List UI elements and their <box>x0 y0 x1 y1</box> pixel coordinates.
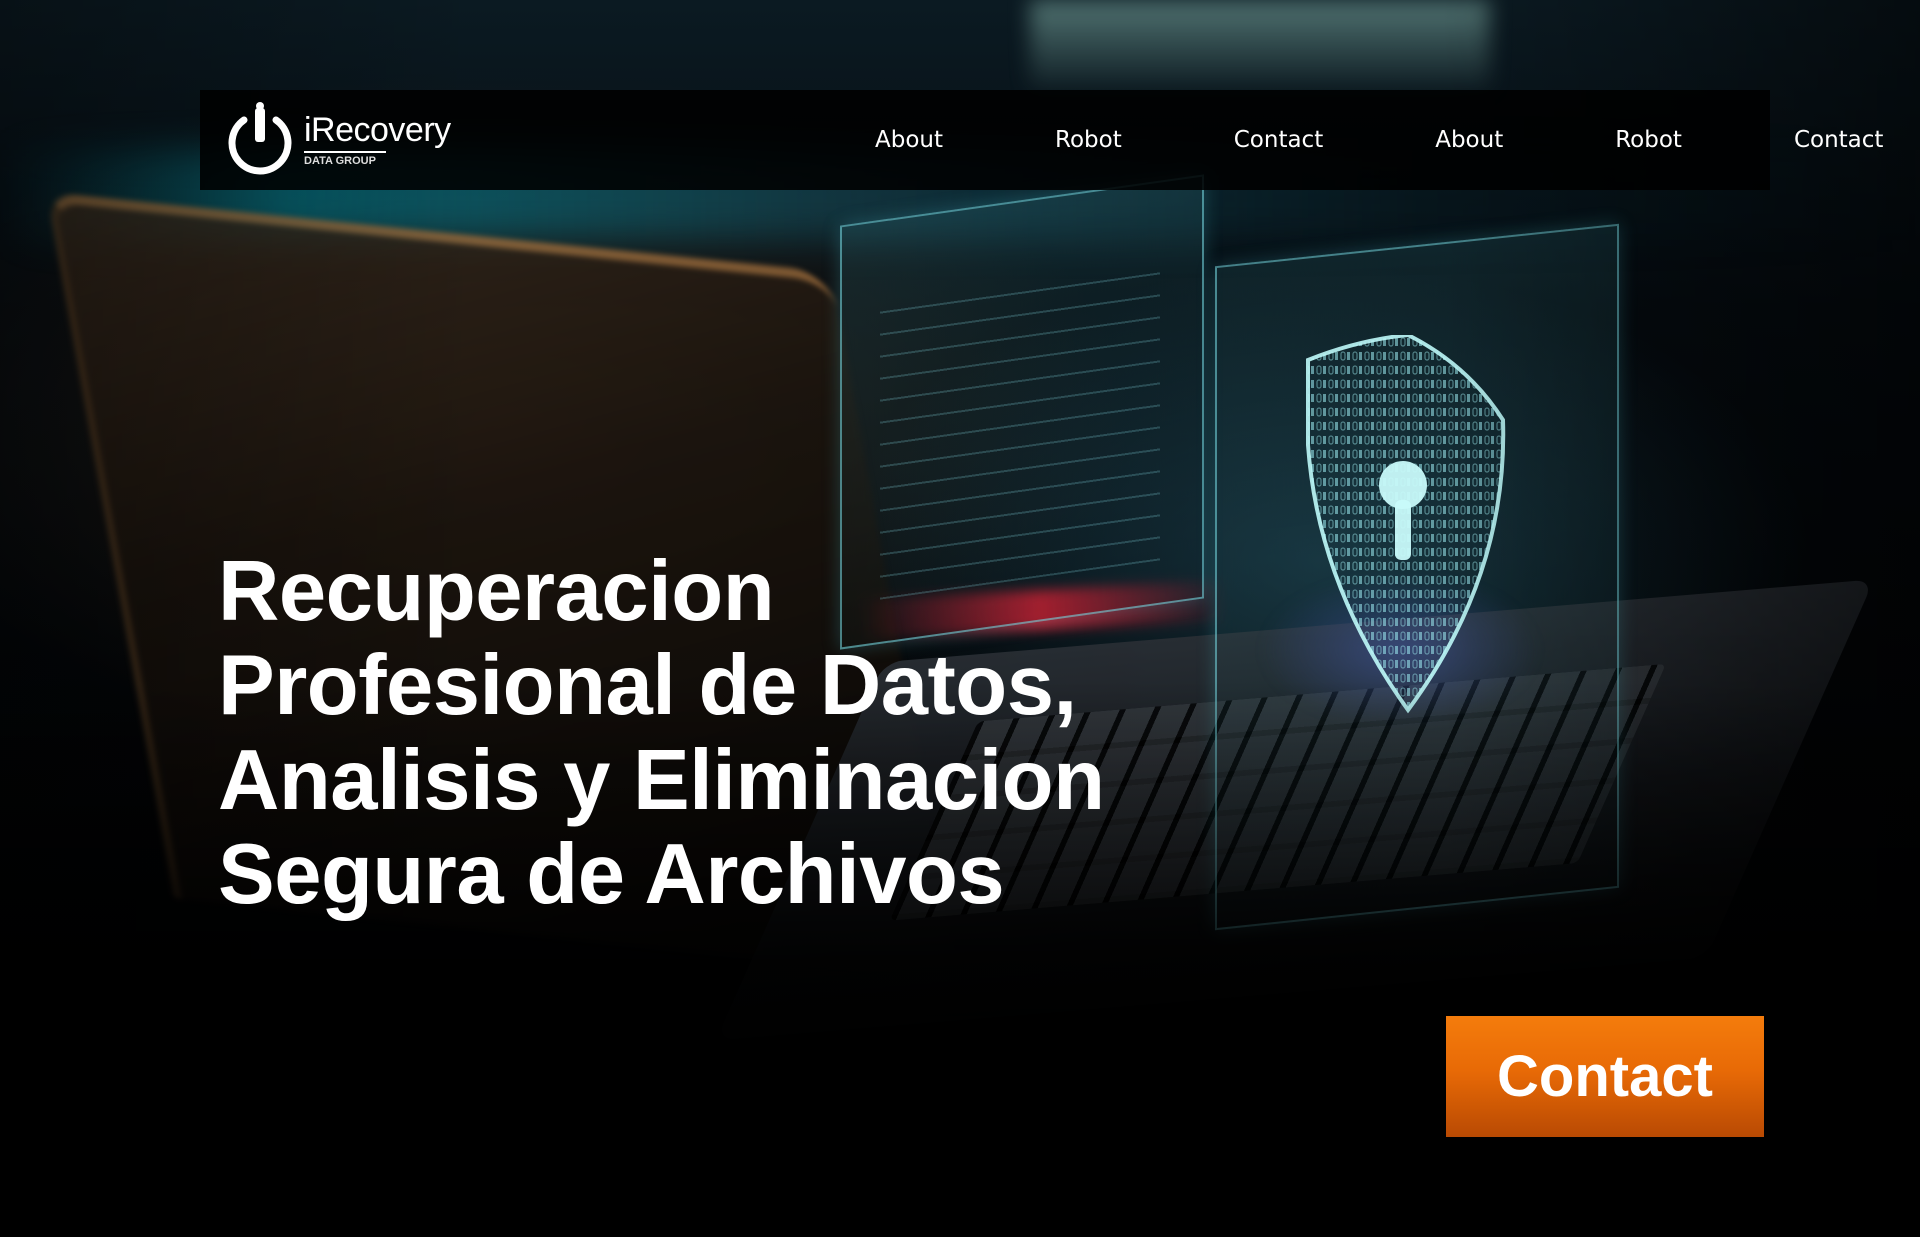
brand-tagline: DATA GROUP <box>304 151 386 167</box>
nav-item-robot[interactable]: Robot <box>1055 127 1122 153</box>
headline-line-2: Profesional de Datos, <box>218 638 1077 734</box>
headline-line-1: Recuperacion <box>218 544 775 639</box>
main-nav: About Robot Contact About Robot Contact <box>640 90 1883 190</box>
site-header: iRecovery DATA GROUP About Robot Contact… <box>200 90 1883 190</box>
nav-item-robot-2[interactable]: Robot <box>1615 127 1682 153</box>
nav-item-contact[interactable]: Contact <box>1234 127 1323 153</box>
headline-line-4: Segura de Archivos <box>218 827 1005 923</box>
headline-line-3: Analisis y Eliminacion <box>218 732 1105 828</box>
brand-text: iRecovery DATA GROUP <box>304 113 451 167</box>
brand-name: iRecovery <box>304 111 451 149</box>
nav-item-contact-2[interactable]: Contact <box>1794 127 1883 153</box>
hero-headline: Recuperacion Profesional de Datos, Anali… <box>218 544 1218 923</box>
contact-button[interactable]: Contact <box>1446 1016 1764 1137</box>
power-icon <box>228 102 292 175</box>
brand-logo[interactable]: iRecovery DATA GROUP <box>222 90 451 190</box>
nav-item-about[interactable]: About <box>875 127 943 153</box>
nav-item-about-2[interactable]: About <box>1435 127 1503 153</box>
